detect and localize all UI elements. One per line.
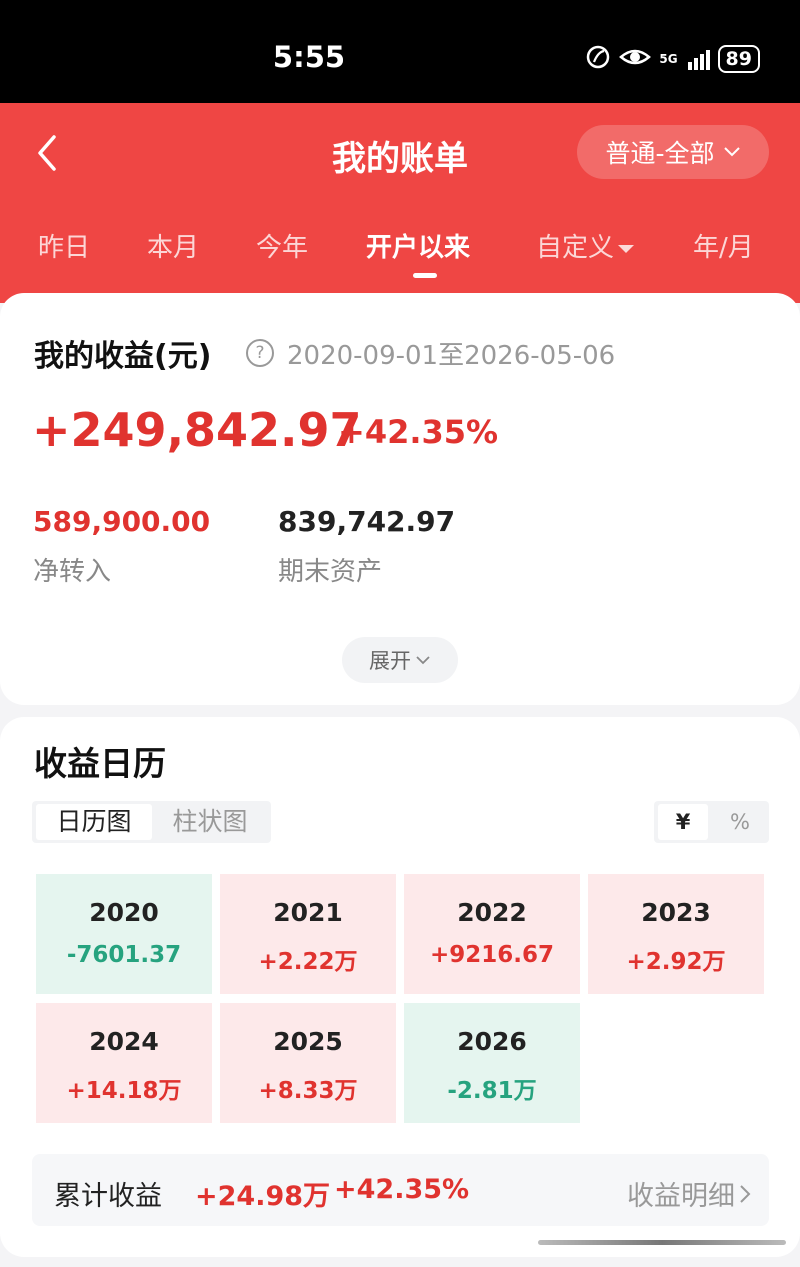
chevron-down-icon <box>723 147 740 157</box>
unit-yuan-option[interactable]: ¥ <box>658 804 708 840</box>
cell-year: 2023 <box>641 898 711 927</box>
cumulative-income-label: 累计收益 <box>54 1181 162 1212</box>
view-toggle: 日历图 柱状图 <box>32 801 271 843</box>
unit-percent-option[interactable]: % <box>715 804 765 840</box>
cell-year: 2020 <box>89 898 159 927</box>
tab-this-year[interactable]: 今年 <box>256 227 308 264</box>
income-calendar-card: 收益日历 日历图 柱状图 ¥ % 2020 -7601.37 2021 +2.2… <box>0 717 800 1257</box>
tab-year-month[interactable]: 年/月 <box>693 227 754 264</box>
cell-value: +8.33万 <box>258 1078 358 1104</box>
year-cell-2023[interactable]: 2023 +2.92万 <box>588 874 764 994</box>
tab-this-month[interactable]: 本月 <box>147 227 199 264</box>
view-calendar-option[interactable]: 日历图 <box>36 804 152 840</box>
signal-icon <box>687 48 710 70</box>
account-filter-label: 普通-全部 <box>605 139 715 168</box>
cell-value: +14.18万 <box>66 1078 182 1104</box>
tab-since-opening[interactable]: 开户以来 <box>366 227 470 264</box>
network-type: 5G <box>659 52 678 66</box>
cell-value: +9216.67 <box>429 942 555 968</box>
net-transfer-value: 589,900.00 <box>33 505 211 538</box>
year-cell-2022[interactable]: 2022 +9216.67 <box>404 874 580 994</box>
calendar-title: 收益日历 <box>34 744 166 783</box>
status-time: 5:55 <box>272 40 346 74</box>
cell-year: 2024 <box>89 1027 159 1056</box>
year-cell-2025[interactable]: 2025 +8.33万 <box>220 1003 396 1123</box>
year-cell-2026[interactable]: 2026 -2.81万 <box>404 1003 580 1123</box>
income-detail-link[interactable]: 收益明细 <box>627 1174 751 1213</box>
battery-level: 89 <box>717 45 760 73</box>
expand-label: 展开 <box>369 649 411 673</box>
home-indicator[interactable] <box>538 1240 786 1245</box>
tab-custom[interactable]: 自定义 <box>536 227 635 264</box>
page-header: 我的账单 普通-全部 昨日 本月 今年 开户以来 自定义 年/月 <box>0 103 800 303</box>
tab-custom-label: 自定义 <box>536 233 615 263</box>
cell-year: 2022 <box>457 898 527 927</box>
tab-yesterday[interactable]: 昨日 <box>38 227 90 264</box>
leaf-icon <box>585 44 611 74</box>
view-bar-chart-option[interactable]: 柱状图 <box>152 804 268 840</box>
cumulative-income-bar: 累计收益 +24.98万 +42.35% 收益明细 <box>32 1154 769 1226</box>
cumulative-income-percent: +42.35% <box>334 1174 470 1205</box>
date-range: 2020-09-01至2026-05-06 <box>287 341 616 371</box>
expand-button[interactable]: 展开 <box>342 637 458 683</box>
cell-value: +2.92万 <box>626 949 726 975</box>
total-profit-percent: +42.35% <box>338 413 499 451</box>
active-tab-indicator <box>413 273 437 278</box>
system-icons: 5G 89 <box>585 44 760 74</box>
end-assets-label: 期末资产 <box>278 557 383 587</box>
year-cell-2024[interactable]: 2024 +14.18万 <box>36 1003 212 1123</box>
account-filter-dropdown[interactable]: 普通-全部 <box>577 125 769 179</box>
year-cell-2020[interactable]: 2020 -7601.37 <box>36 874 212 994</box>
eye-icon <box>619 45 652 73</box>
total-profit-amount: +249,842.97 <box>32 403 362 457</box>
chevron-down-icon <box>416 656 430 665</box>
income-detail-label: 收益明细 <box>627 1181 735 1212</box>
status-bar: 5:55 5G 89 <box>0 0 800 103</box>
cell-year: 2025 <box>273 1027 343 1056</box>
caret-down-icon <box>618 244 635 253</box>
cell-year: 2021 <box>273 898 343 927</box>
cell-value: +2.22万 <box>258 949 358 975</box>
period-tabs: 昨日 本月 今年 开户以来 自定义 年/月 <box>0 215 800 275</box>
income-label: 我的收益(元) <box>34 339 212 374</box>
cell-value: -7601.37 <box>66 942 182 968</box>
net-transfer-label: 净转入 <box>33 557 112 587</box>
cell-value: -2.81万 <box>447 1078 537 1104</box>
year-cell-2021[interactable]: 2021 +2.22万 <box>220 874 396 994</box>
help-icon[interactable]: ? <box>246 339 274 367</box>
unit-toggle: ¥ % <box>654 801 769 843</box>
chevron-right-icon <box>740 1184 751 1203</box>
cumulative-income-amount: +24.98万 <box>195 1181 331 1212</box>
cell-year: 2026 <box>457 1027 527 1056</box>
end-assets-value: 839,742.97 <box>278 505 456 538</box>
income-summary-card: 我的收益(元) ? 2020-09-01至2026-05-06 +249,842… <box>0 293 800 705</box>
